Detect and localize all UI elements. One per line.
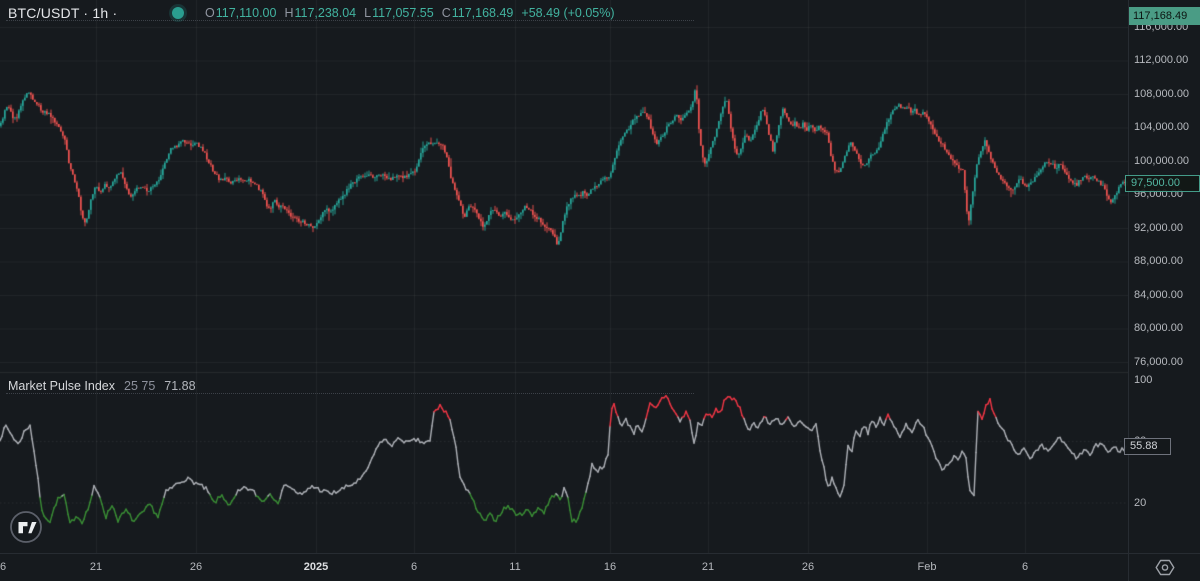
tradingview-chart-window: BTC/USDT · 1h · O117,110.00 H117,238.04 … [0, 0, 1200, 581]
axis-settings-corner[interactable] [1128, 553, 1200, 581]
time-axis-label: 11 [509, 561, 520, 573]
ohlc-open: O117,110.00 [205, 6, 276, 20]
tradingview-logo[interactable] [9, 510, 43, 544]
time-axis-label: 21 [90, 561, 102, 573]
symbol-legend[interactable]: BTC/USDT · 1h · [8, 4, 117, 22]
time-axis-label: 16 [604, 561, 616, 573]
price-axis-label: 104,000.00 [1134, 121, 1189, 134]
low-value: 117,057.55 [372, 6, 434, 20]
time-axis-label: 6 [0, 561, 6, 573]
price-axis[interactable]: 97,500.00 55.88 117,168.49 116,000.00112… [1128, 0, 1200, 553]
close-label: C [442, 6, 451, 20]
ohlc-high: H117,238.04 [284, 6, 356, 20]
price-axis-label: 88,000.00 [1134, 255, 1183, 268]
price-line-label: 97,500.00 [1125, 175, 1200, 192]
ohlc-row: O117,110.00 H117,238.04 L117,057.55 C117… [205, 5, 615, 21]
indicator-last-value-badge: 55.88 [1124, 438, 1171, 455]
time-axis-label: 26 [190, 561, 202, 573]
market-status-dot-icon [172, 7, 184, 19]
indicator-axis-label: 20 [1134, 497, 1146, 510]
high-value: 117,238.04 [294, 6, 356, 20]
open-value: 117,110.00 [216, 6, 277, 20]
chart-canvas[interactable] [0, 0, 1128, 553]
price-axis-label: 92,000.00 [1134, 222, 1183, 235]
price-axis-label: 100,000.00 [1134, 155, 1189, 168]
time-axis[interactable]: 6 21 26 2025 6 11 16 21 26 Feb 6 [0, 553, 1128, 581]
indicator-params: 25 75 [124, 379, 155, 393]
time-axis-label: 2025 [304, 561, 328, 573]
time-axis-label: 6 [1022, 561, 1028, 573]
indicator-name[interactable]: Market Pulse Index [8, 379, 115, 393]
tradingview-logo-icon [9, 510, 43, 544]
indicator-axis-label: 100 [1134, 374, 1152, 387]
price-axis-label: 112,000.00 [1134, 54, 1188, 67]
time-axis-label: Feb [918, 561, 937, 573]
time-axis-label: 26 [802, 561, 814, 573]
last-price-badge: 117,168.49 [1129, 7, 1200, 25]
symbol-title[interactable]: BTC/USDT · 1h · [8, 5, 117, 21]
close-value: 117,168.49 [452, 6, 514, 20]
price-axis-label: 80,000.00 [1134, 322, 1183, 335]
high-label: H [284, 6, 293, 20]
price-axis-label: 84,000.00 [1134, 289, 1183, 302]
ohlc-close: C117,168.49 [442, 6, 514, 20]
time-axis-label: 6 [411, 561, 417, 573]
indicator-legend[interactable]: Market Pulse Index 25 75 71.88 [8, 378, 196, 394]
time-axis-label: 21 [702, 561, 714, 573]
ohlc-low: L117,057.55 [364, 6, 434, 20]
change-value: +58.49 (+0.05%) [521, 6, 614, 20]
open-label: O [205, 6, 215, 20]
price-axis-label: 108,000.00 [1134, 88, 1189, 101]
low-label: L [364, 6, 371, 20]
gear-icon[interactable] [1155, 559, 1175, 576]
indicator-value: 71.88 [164, 379, 195, 393]
price-axis-label: 76,000.00 [1134, 356, 1183, 369]
